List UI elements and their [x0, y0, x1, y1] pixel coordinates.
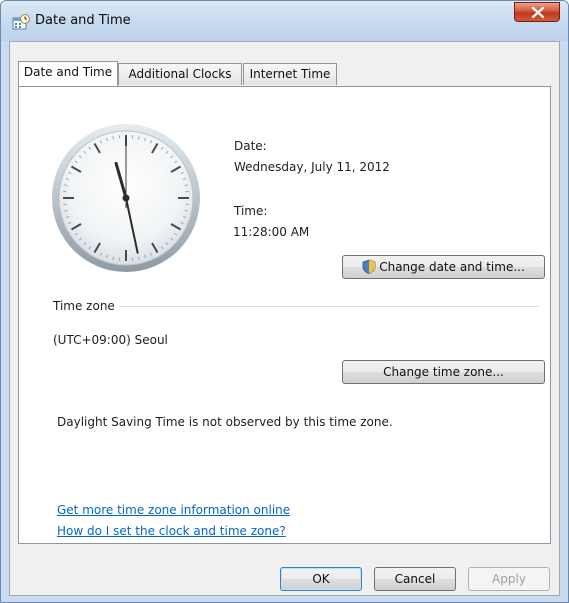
minute-tick [112, 256, 115, 260]
set-clock-help-link[interactable]: How do I set the clock and time zone? [57, 524, 286, 538]
date-label: Date: [234, 139, 267, 153]
tab-date-and-time[interactable]: Date and Time [18, 61, 118, 86]
date-value: Wednesday, July 11, 2012 [234, 160, 390, 174]
time-zone-divider [119, 306, 539, 307]
dst-note: Daylight Saving Time is not observed by … [57, 415, 393, 429]
cancel-button[interactable]: Cancel [374, 567, 456, 591]
uac-shield-icon [362, 259, 376, 281]
change-date-and-time-button[interactable]: Change date and time... [342, 255, 545, 279]
minute-tick [112, 136, 115, 140]
tab-internet-time[interactable]: Internet Time [243, 63, 337, 85]
change-date-and-time-label: Change date and time... [379, 260, 525, 274]
clock-center-pin [122, 194, 130, 202]
minute-tick [64, 209, 68, 212]
time-value: 11:28:00 AM [233, 225, 310, 239]
date-and-time-window: Date and Time Date and Time Additional C… [0, 0, 569, 603]
apply-button[interactable]: Apply [468, 567, 550, 591]
minute-tick [184, 184, 188, 187]
tab-additional-clocks[interactable]: Additional Clocks [118, 63, 242, 85]
calendar-clock-icon [12, 14, 30, 30]
tab-panel-date-and-time: Date: Wednesday, July 11, 2012 Time: 11:… [18, 86, 551, 544]
time-label: Time: [234, 204, 268, 218]
time-zone-info-link[interactable]: Get more time zone information online [57, 503, 290, 517]
close-icon [531, 7, 545, 18]
minute-tick [137, 256, 140, 260]
window-title: Date and Time [35, 13, 131, 28]
title-bar[interactable]: Date and Time [1, 1, 568, 41]
analog-clock [52, 124, 200, 272]
close-button[interactable] [514, 2, 560, 22]
dialog-client-area: Date and Time Additional Clocks Internet… [9, 41, 560, 596]
minute-tick [137, 136, 140, 140]
time-zone-value: (UTC+09:00) Seoul [53, 333, 168, 347]
change-time-zone-button[interactable]: Change time zone... [342, 360, 545, 384]
time-zone-group-label: Time zone [53, 299, 115, 313]
ok-button[interactable]: OK [280, 567, 362, 591]
minute-tick [184, 209, 188, 212]
minute-tick [64, 184, 68, 187]
